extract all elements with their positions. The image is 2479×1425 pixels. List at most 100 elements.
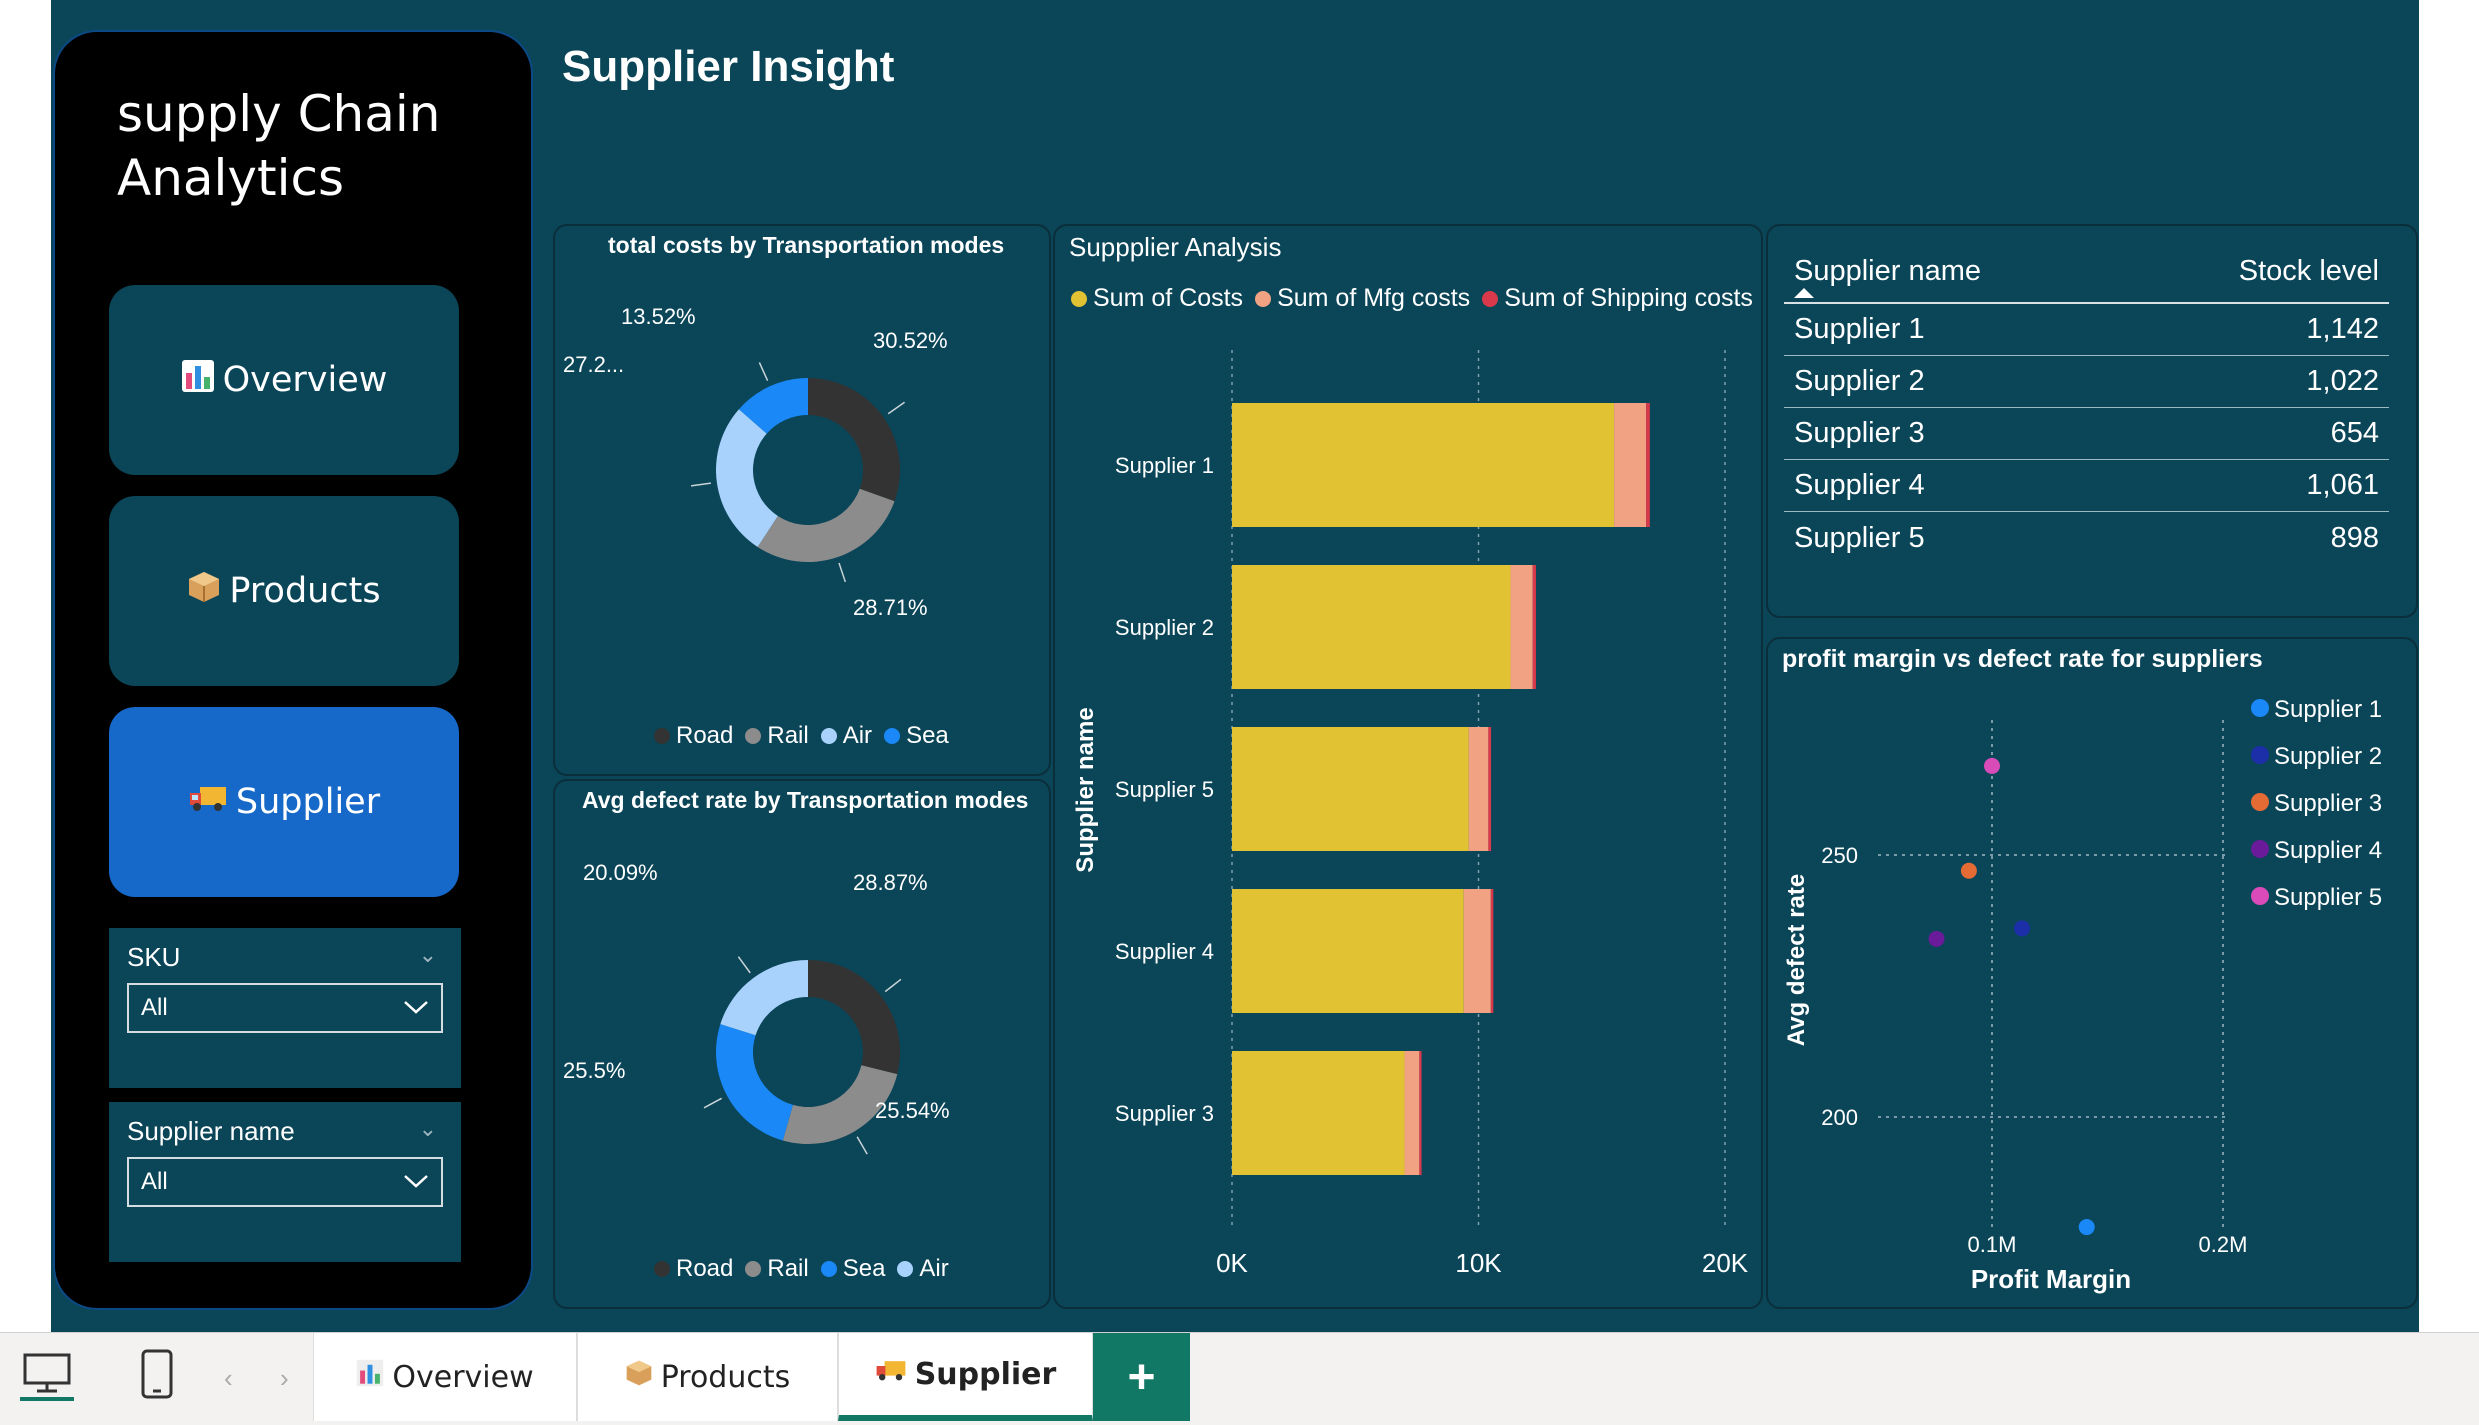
legend-item-road: Road [654, 1255, 733, 1283]
leader-line [737, 956, 751, 974]
supplier-name-slicer: Supplier name ⌄ All [109, 1102, 461, 1262]
y-tick-label: Supplier 1 [1115, 453, 1214, 478]
table-row[interactable]: Supplier 1 1,142 [1784, 304, 2389, 356]
tab-supplier[interactable]: Supplier [838, 1333, 1093, 1421]
donut-slice-rail [757, 488, 895, 562]
sku-dropdown[interactable]: All [127, 983, 443, 1033]
bar-segment-sum-of-mfg-costs [1468, 727, 1489, 851]
legend-item-sea: Sea [820, 1255, 885, 1283]
x-tick-label: 0.2M [2199, 1232, 2248, 1257]
chevron-right-icon[interactable]: › [280, 1363, 289, 1394]
chevron-down-icon[interactable]: ⌄ [419, 942, 437, 968]
add-page-button[interactable]: + [1093, 1333, 1190, 1421]
stock-table: Supplier name Stock level Supplier 1 1,14… [1784, 240, 2389, 564]
data-label: 25.54% [875, 1098, 950, 1123]
data-label: 13.52% [621, 304, 696, 329]
chart-title: Avg defect rate by Transportation modes [582, 787, 1029, 813]
donut-chart-defects[interactable]: 28.87% 25.54% 25.5% 20.09% [553, 830, 1051, 1250]
legend-item-rail: Rail [745, 722, 809, 750]
legend-item-air: Air [820, 722, 872, 750]
column-header-stock[interactable]: Stock level [2239, 255, 2379, 288]
app-title: supply Chain Analytics [117, 85, 441, 207]
data-label: 30.52% [873, 328, 948, 353]
x-tick-label: 20K [1702, 1248, 1749, 1278]
mobile-view-icon[interactable] [140, 1349, 174, 1406]
legend-item-air: Air [897, 1255, 949, 1283]
y-tick-label: Supplier 4 [1115, 939, 1214, 964]
legend-label: Supplier 3 [2274, 790, 2382, 817]
leader-line [758, 362, 769, 382]
bar-segment-sum-of-shipping-costs [1490, 889, 1494, 1013]
leader-line [703, 1097, 723, 1109]
x-tick-label: 0K [1216, 1248, 1248, 1278]
bar-chart-icon [181, 359, 215, 402]
sidebar: supply Chain Analytics Overview Products… [53, 30, 533, 1310]
leader-line [690, 482, 711, 487]
nav-button-supplier[interactable]: Supplier [109, 707, 459, 897]
legend-item-mfg-costs: Sum of Mfg costs [1255, 284, 1470, 313]
package-icon [625, 1359, 653, 1395]
data-label: 27.2... [563, 352, 624, 377]
legend-marker [2251, 699, 2269, 717]
bar-segment-sum-of-costs [1232, 565, 1511, 689]
table-row[interactable]: Supplier 3 654 [1784, 408, 2389, 460]
bar-segment-sum-of-shipping-costs [1419, 1051, 1422, 1175]
tab-products[interactable]: Products [577, 1333, 838, 1421]
tab-overview[interactable]: Overview [313, 1333, 577, 1421]
stacked-bar-chart[interactable]: 0K 10K 20K Supplier 1 Supplier 2 Supplier 5 Su… [1053, 330, 1763, 1305]
y-tick-label: 250 [1821, 843, 1858, 868]
slicer-label: Supplier name [127, 1116, 295, 1146]
data-label: 25.5% [563, 1058, 625, 1083]
y-tick-label: Supplier 5 [1115, 777, 1214, 802]
legend-item-costs: Sum of Costs [1071, 284, 1243, 313]
legend-label: Supplier 2 [2274, 743, 2382, 770]
legend-item-sea: Sea [884, 722, 949, 750]
scatter-point-supplier-4 [1928, 930, 1945, 947]
leader-line [838, 562, 847, 583]
leader-line [887, 401, 906, 415]
table-row[interactable]: Supplier 5 898 [1784, 512, 2389, 564]
dropdown-value: All [141, 1168, 168, 1195]
chevron-down-icon[interactable]: ⌄ [419, 1116, 437, 1142]
table-row[interactable]: Supplier 2 1,022 [1784, 356, 2389, 408]
table-header[interactable]: Supplier name Stock level [1784, 240, 2389, 304]
donut-slice-road [808, 960, 900, 1075]
nav-label: Supplier [235, 782, 381, 822]
chevron-down-icon [403, 1168, 429, 1196]
chart-title: total costs by Transportation modes [608, 232, 1005, 258]
package-icon [187, 570, 221, 613]
bar-chart-icon [356, 1359, 384, 1395]
nav-button-overview[interactable]: Overview [109, 285, 459, 475]
page-tab-bar: ‹ › Overview Products Supplier + [0, 1332, 2479, 1425]
legend-marker [2251, 887, 2269, 905]
bar-segment-sum-of-mfg-costs [1614, 403, 1647, 527]
supplier-name-dropdown[interactable]: All [127, 1157, 443, 1207]
dropdown-value: All [141, 994, 168, 1021]
chevron-left-icon[interactable]: ‹ [224, 1363, 233, 1394]
bar-segment-sum-of-costs [1232, 727, 1469, 851]
legend-marker [2251, 793, 2269, 811]
bar-segment-sum-of-mfg-costs [1510, 565, 1533, 689]
donut-chart-costs[interactable]: 30.52% 28.71% 27.2... 13.52% [553, 270, 1051, 710]
scatter-point-supplier-5 [1984, 757, 2000, 774]
data-label: 28.87% [853, 870, 928, 895]
column-header-supplier[interactable]: Supplier name [1794, 255, 1981, 288]
desktop-view-icon[interactable] [20, 1351, 74, 1406]
truck-icon [188, 781, 228, 824]
leader-line [856, 1136, 868, 1155]
sku-slicer: SKU ⌄ All [109, 928, 461, 1088]
nav-button-products[interactable]: Products [109, 496, 459, 686]
truck-icon [875, 1356, 907, 1392]
data-label: 20.09% [583, 860, 658, 885]
nav-label: Products [229, 571, 381, 611]
scatter-chart[interactable]: 200 250 0.1M 0.2M Supplier 1 Supplier 2 Suppli… [1766, 680, 2418, 1308]
slicer-label: SKU [127, 942, 181, 972]
nav-label: Overview [222, 360, 388, 400]
table-row[interactable]: Supplier 4 1,061 [1784, 460, 2389, 512]
legend-label: Supplier 5 [2274, 884, 2382, 911]
bar-segment-sum-of-costs [1232, 1051, 1405, 1175]
data-label: 28.71% [853, 595, 928, 620]
donut-slice-road [808, 378, 900, 502]
legend-marker [2251, 840, 2269, 858]
scatter-point-supplier-3 [1960, 862, 1977, 879]
